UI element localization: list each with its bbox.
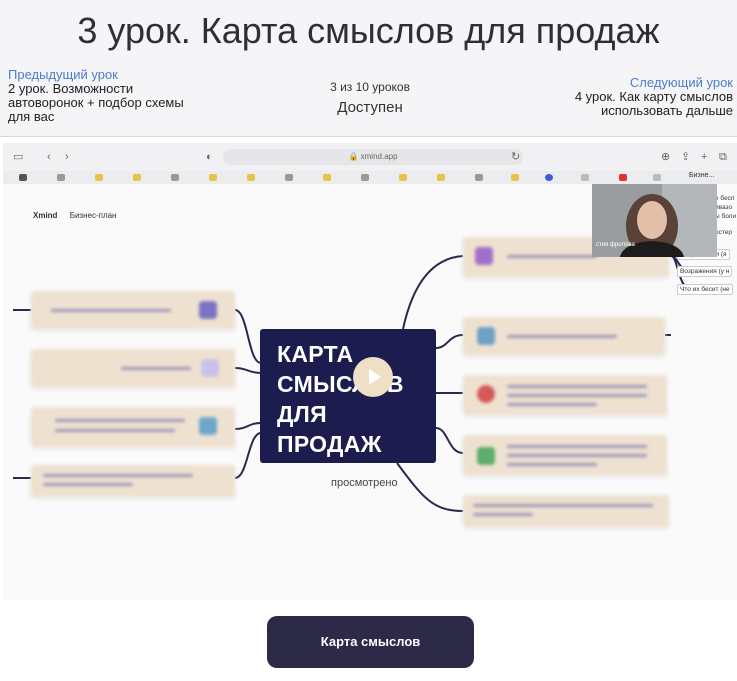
node-text xyxy=(507,445,647,448)
next-lesson-label: Следующий урок xyxy=(629,75,733,90)
node-text xyxy=(473,504,653,507)
people-icon xyxy=(199,417,217,435)
next-lesson-link[interactable]: Следующий урок 4 урок. Как карту смыслов… xyxy=(513,76,733,118)
central-node: КАРТА СМЫСЛОВ ДЛЯ ПРОДАЖ xyxy=(260,329,436,463)
alert-icon xyxy=(477,385,495,403)
lesson-progress: 3 из 10 уроков Доступен xyxy=(300,80,440,116)
node-text xyxy=(507,454,647,457)
mindmap-node xyxy=(463,317,665,355)
previous-lesson-label: Предыдущий урок xyxy=(8,67,118,82)
node-text xyxy=(51,309,171,312)
node-text xyxy=(121,367,191,370)
node-text xyxy=(43,474,193,477)
lesson-count: 3 из 10 уроков xyxy=(330,80,410,94)
node-text xyxy=(507,394,647,397)
calendar-icon xyxy=(201,359,219,377)
play-button[interactable] xyxy=(353,357,393,397)
previous-lesson-name: 2 урок. Возможности автоворонок + подбор… xyxy=(8,81,184,124)
next-lesson-name: 4 урок. Как карту смыслов использовать д… xyxy=(574,89,733,118)
mindmap-node xyxy=(463,375,667,415)
node-text xyxy=(507,385,647,388)
viewed-status: просмотрено xyxy=(331,477,398,489)
side-node-label: ивазо xyxy=(715,204,733,211)
lesson-header: 3 урок. Карта смыслов для продаж Предыду… xyxy=(0,0,737,137)
mindmap-node xyxy=(463,435,667,475)
money-icon xyxy=(477,447,495,465)
side-node-label: Возражения (у н xyxy=(677,266,733,277)
node-text xyxy=(507,335,617,338)
mindmap-node xyxy=(31,349,235,387)
inbox-icon xyxy=(477,327,495,345)
side-node-label: ы боли xyxy=(715,213,737,220)
webcam-overlay: стия фролова xyxy=(592,184,717,257)
side-node-label: остер xyxy=(715,229,732,236)
node-text xyxy=(55,419,185,422)
mindmap-node xyxy=(31,291,235,329)
node-text xyxy=(473,513,533,516)
mindmap-node xyxy=(31,465,235,497)
node-text xyxy=(55,429,175,432)
mindmap-node xyxy=(463,495,669,527)
mind-map-button[interactable]: Карта смыслов xyxy=(267,616,474,668)
previous-lesson-link[interactable]: Предыдущий урок 2 урок. Возможности авто… xyxy=(8,68,208,124)
node-text xyxy=(43,483,133,486)
side-node-label: е бесп xyxy=(715,195,735,202)
node-text xyxy=(507,255,597,258)
lesson-status: Доступен xyxy=(337,99,403,116)
side-node-label: Что их бесит (не xyxy=(677,284,733,295)
target-icon xyxy=(199,301,217,319)
lesson-video[interactable]: ▭ ‹ › ◐ 🔒 xmind.app ↻ ⊕ ⇪ + ⧉ Бизне... X… xyxy=(3,143,737,600)
lesson-title: 3 урок. Карта смыслов для продаж xyxy=(77,10,660,51)
central-node-title: КАРТА СМЫСЛОВ ДЛЯ ПРОДАЖ xyxy=(277,341,404,457)
chart-icon xyxy=(475,247,493,265)
node-text xyxy=(507,403,597,406)
presenter-name: стия фролова xyxy=(596,242,635,248)
mindmap-node xyxy=(31,407,235,447)
node-text xyxy=(507,463,597,466)
